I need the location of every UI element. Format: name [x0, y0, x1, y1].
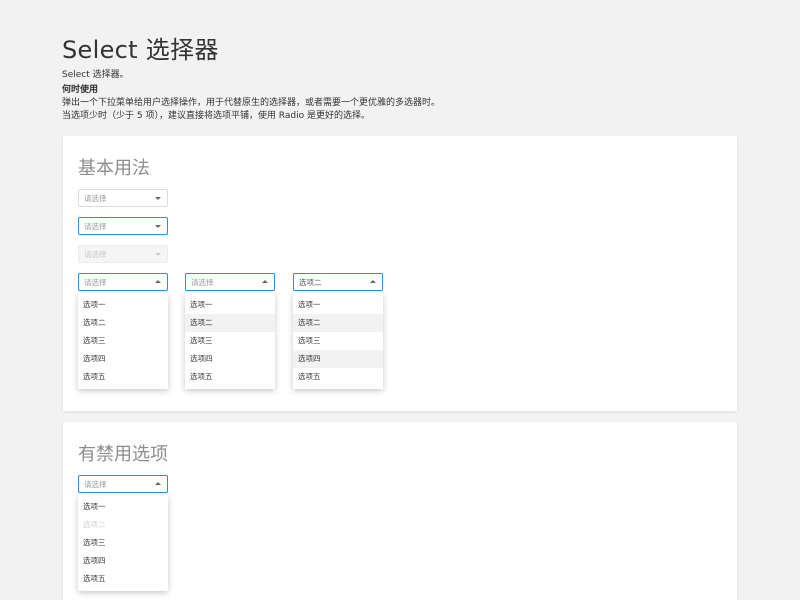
card-title-basic: 基本用法 [78, 158, 150, 179]
option-item[interactable]: 选项四 [78, 350, 168, 368]
subtitle: Select 选择器。 [62, 70, 129, 80]
chevron-up-icon [155, 280, 161, 283]
option-item-selected[interactable]: 选项二 [293, 314, 383, 332]
intro: Select 选择器。 何时使用 弹出一个下拉菜单给用户选择操作，用于代替原生的… [62, 69, 440, 123]
dropdown-menu-a: 选项一 选项二 选项三 选项四 选项五 [78, 293, 168, 389]
option-item[interactable]: 选项一 [185, 296, 275, 314]
chevron-down-icon [155, 253, 161, 256]
option-item[interactable]: 选项一 [78, 296, 168, 314]
chevron-up-icon [262, 280, 268, 283]
option-item-hovered[interactable]: 选项二 [185, 314, 275, 332]
chevron-down-icon [155, 197, 161, 200]
dropdown-menu-c: 选项一 选项二 选项三 选项四 选项五 [293, 293, 383, 389]
option-item[interactable]: 选项四 [78, 552, 168, 570]
option-item-disabled: 选项二 [83, 520, 106, 529]
chevron-up-icon [370, 280, 376, 283]
select-value: 选项二 [299, 277, 322, 287]
when-line-1: 弹出一个下拉菜单给用户选择操作，用于代替原生的选择器，或者需要一个更优雅的多选器… [62, 98, 441, 108]
option-item[interactable]: 选项五 [78, 570, 168, 588]
option-item[interactable]: 选项五 [185, 368, 275, 386]
option-item[interactable]: 选项一 [78, 498, 168, 516]
basic-usage-card: 基本用法 请选择 请选择 请选择 请选择 选项一 选项二 选项三 选项四 选项五… [63, 136, 737, 411]
when-line-2: 当选项少时（少于 5 项），建议直接将选项平铺，使用 Radio 是更好的选择。 [62, 111, 370, 121]
select-placeholder: 请选择 [84, 479, 107, 489]
select-placeholder: 请选择 [191, 277, 214, 287]
page-title: Select 选择器 [62, 36, 219, 64]
option-item-hovered[interactable]: 选项四 [293, 350, 383, 368]
select-default[interactable]: 请选择 [78, 189, 168, 207]
option-item[interactable]: 选项三 [78, 534, 168, 552]
disabled-options-card: 有禁用选项 请选择 选项一 选项二 选项三 选项四 选项五 [63, 422, 737, 600]
select-with-disabled-options[interactable]: 请选择 [78, 475, 168, 493]
card-title-disabled: 有禁用选项 [78, 444, 168, 465]
option-item[interactable]: 选项三 [293, 332, 383, 350]
when-heading: 何时使用 [62, 85, 99, 95]
select-open-a[interactable]: 请选择 [78, 273, 168, 291]
option-item[interactable]: 选项五 [293, 368, 383, 386]
dropdown-menu-b: 选项一 选项二 选项三 选项四 选项五 [185, 293, 275, 389]
select-placeholder: 请选择 [84, 221, 107, 231]
select-placeholder: 请选择 [84, 277, 107, 287]
chevron-down-icon [155, 225, 161, 228]
select-focused[interactable]: 请选择 [78, 217, 168, 235]
option-item[interactable]: 选项二 [78, 314, 168, 332]
option-item[interactable]: 选项四 [185, 350, 275, 368]
option-item[interactable]: 选项一 [293, 296, 383, 314]
select-open-b[interactable]: 请选择 [185, 273, 275, 291]
select-placeholder: 请选择 [84, 249, 107, 259]
select-open-c[interactable]: 选项二 [293, 273, 383, 291]
chevron-up-icon [155, 482, 161, 485]
option-item[interactable]: 选项五 [78, 368, 168, 386]
option-item[interactable]: 选项三 [185, 332, 275, 350]
select-disabled: 请选择 [78, 245, 168, 263]
dropdown-menu-disabled-options: 选项一 选项二 选项三 选项四 选项五 [78, 495, 168, 591]
select-placeholder: 请选择 [84, 193, 107, 203]
option-item[interactable]: 选项三 [78, 332, 168, 350]
